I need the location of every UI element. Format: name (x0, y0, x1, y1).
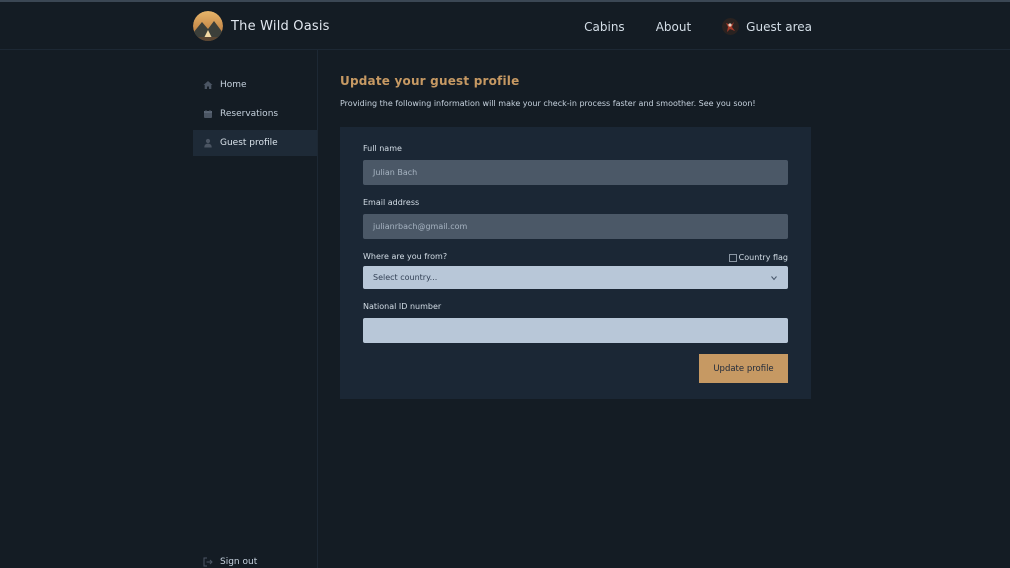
full-name-field[interactable]: Julian Bach (363, 160, 788, 185)
site-header: The Wild Oasis Cabins About Guest area (0, 2, 1010, 50)
sidebar-divider (317, 50, 318, 568)
country-select-value: Select country... (373, 273, 438, 282)
brand-name: The Wild Oasis (231, 18, 330, 34)
country-flag-alt: Country flag (738, 253, 788, 262)
sign-out-button[interactable]: Sign out (203, 557, 257, 567)
user-icon (204, 138, 212, 148)
nav-about-link[interactable]: About (656, 20, 691, 34)
sidebar-item-reservations[interactable]: Reservations (193, 101, 317, 127)
avatar (722, 18, 740, 35)
national-id-input[interactable] (363, 318, 788, 343)
country-flag-image: Country flag (728, 253, 788, 262)
sign-out-icon (203, 557, 213, 567)
national-id-label: National ID number (363, 302, 442, 311)
full-name-value: Julian Bach (373, 168, 418, 177)
email-value: julianrbach@gmail.com (373, 222, 468, 231)
update-profile-button[interactable]: Update profile (699, 354, 788, 383)
nav-cabins-link[interactable]: Cabins (584, 20, 625, 34)
full-name-label: Full name (363, 144, 402, 153)
sidebar-item-home[interactable]: Home (193, 72, 317, 98)
country-label: Where are you from? (363, 252, 448, 261)
sidebar-item-label: Reservations (220, 109, 279, 119)
profile-form: Full name Julian Bach Email address juli… (340, 127, 811, 399)
calendar-icon (204, 110, 212, 118)
broken-image-icon (728, 253, 737, 262)
sidebar-item-guest-profile[interactable]: Guest profile (193, 130, 317, 156)
nav-guest-area-label: Guest area (746, 19, 812, 34)
chevron-down-icon (771, 275, 777, 280)
sign-out-label: Sign out (220, 557, 258, 567)
country-select[interactable]: Select country... (363, 266, 788, 289)
email-field[interactable]: julianrbach@gmail.com (363, 214, 788, 239)
email-label: Email address (363, 198, 420, 207)
main-nav: Cabins About Guest area (584, 18, 812, 35)
sidebar-item-label: Home (220, 80, 247, 90)
sidebar-item-label: Guest profile (220, 138, 278, 148)
oasis-logo-icon (193, 11, 223, 41)
page-subtitle: Providing the following information will… (340, 99, 756, 108)
brand-logo-link[interactable]: The Wild Oasis (193, 11, 330, 41)
page-title: Update your guest profile (340, 74, 520, 88)
nav-guest-area-link[interactable]: Guest area (722, 18, 812, 35)
home-icon (203, 81, 213, 89)
